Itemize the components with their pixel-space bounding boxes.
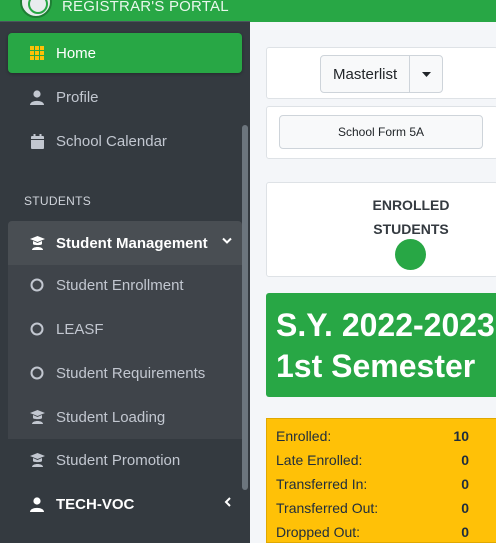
enrolled-students-card: ENROLLED STUDENTS	[266, 182, 496, 277]
sidebar-item-label: School Calendar	[56, 132, 167, 150]
school-year-label: S.Y. 2022-2023	[276, 307, 495, 343]
enrolled-title-line2: STUDENTS	[373, 221, 449, 237]
brand-title: REGISTRAR'S PORTAL	[62, 0, 229, 15]
graduate-icon	[28, 234, 46, 252]
school-logo	[20, 0, 52, 18]
calendar-icon	[28, 132, 46, 150]
section-header-students: STUDENTS	[24, 194, 92, 208]
enrolled-title-line1: ENROLLED	[372, 197, 450, 213]
stat-value: 0	[461, 500, 469, 516]
enrolled-indicator	[395, 239, 426, 270]
sidebar-item-student-enrollment[interactable]: Student Enrollment	[8, 265, 242, 305]
chevron-left-icon	[224, 496, 232, 510]
stat-label: Late Enrolled:	[276, 452, 363, 468]
sidebar-item-label: Student Management	[56, 234, 208, 252]
user-icon	[28, 495, 46, 513]
circle-icon	[28, 364, 46, 382]
graduate-icon	[28, 408, 46, 426]
sidebar-item-profile[interactable]: Profile	[8, 77, 242, 117]
chevron-down-icon	[222, 234, 232, 248]
masterlist-dropdown-toggle[interactable]	[410, 56, 442, 92]
stat-label: Enrolled:	[276, 428, 332, 444]
sidebar-item-label: TECH-VOC	[56, 495, 135, 513]
sidebar-item-label: LEASF	[56, 320, 104, 338]
stat-value: 0	[461, 524, 469, 540]
brand-bar[interactable]: REGISTRAR'S PORTAL	[0, 0, 250, 22]
stat-row: Transferred In: 0	[276, 472, 487, 496]
enrollment-stats-card: Enrolled: 10 Late Enrolled: 0 Transferre…	[266, 418, 496, 543]
stat-label: Dropped Out:	[276, 524, 361, 540]
sidebar-scrollbar[interactable]	[242, 125, 248, 490]
sidebar-item-label: Student Enrollment	[56, 276, 184, 294]
semester-label: 1st Semester	[276, 348, 476, 384]
circle-icon	[28, 276, 46, 294]
sidebar-item-label: Student Promotion	[56, 451, 181, 469]
circle-icon	[28, 320, 46, 338]
stat-value: 0	[461, 452, 469, 468]
sidebar-item-tech-voc[interactable]: TECH-VOC	[8, 484, 242, 524]
stat-row: Dropped Out: 0	[276, 520, 487, 543]
school-year-banner: S.Y. 2022-2023 1st Semester	[266, 293, 496, 397]
grid-icon	[28, 44, 46, 62]
sidebar-item-label: Student Requirements	[56, 364, 206, 382]
masterlist-button[interactable]: Masterlist	[321, 56, 411, 92]
top-navbar	[250, 0, 496, 22]
sidebar-item-label: Profile	[56, 88, 99, 106]
masterlist-button-group: Masterlist	[320, 55, 444, 93]
sidebar: REGISTRAR'S PORTAL Home Profile School C…	[0, 0, 250, 543]
sidebar-item-leasf[interactable]: LEASF	[8, 309, 242, 349]
stat-row: Transferred Out: 0	[276, 496, 487, 520]
stat-row: Late Enrolled: 0	[276, 448, 487, 472]
stat-row: Enrolled: 10	[276, 424, 487, 448]
graduate-icon	[28, 451, 46, 469]
caret-down-icon	[421, 71, 431, 77]
stat-value: 0	[461, 476, 469, 492]
sidebar-item-home[interactable]: Home	[8, 33, 242, 73]
sidebar-item-student-loading[interactable]: Student Loading	[8, 397, 242, 437]
sidebar-item-label: Student Loading	[56, 408, 166, 426]
school-form-card: School Form 5A	[266, 106, 496, 159]
main-content: Masterlist School Form 5A ENROLLED STUDE…	[250, 0, 496, 543]
sidebar-item-label: Home	[56, 44, 97, 62]
user-icon	[28, 88, 46, 106]
stat-label: Transferred Out:	[276, 500, 379, 516]
sidebar-item-student-requirements[interactable]: Student Requirements	[8, 353, 242, 393]
sidebar-item-student-management[interactable]: Student Management	[8, 221, 242, 265]
sidebar-item-student-promotion[interactable]: Student Promotion	[8, 440, 242, 480]
stat-value: 10	[453, 428, 469, 444]
sidebar-item-school-calendar[interactable]: School Calendar	[8, 121, 242, 161]
enrolled-students-title: ENROLLED STUDENTS	[371, 193, 451, 241]
masterlist-card: Masterlist	[266, 47, 496, 99]
stat-label: Transferred In:	[276, 476, 368, 492]
school-form-5a-button[interactable]: School Form 5A	[279, 115, 483, 149]
